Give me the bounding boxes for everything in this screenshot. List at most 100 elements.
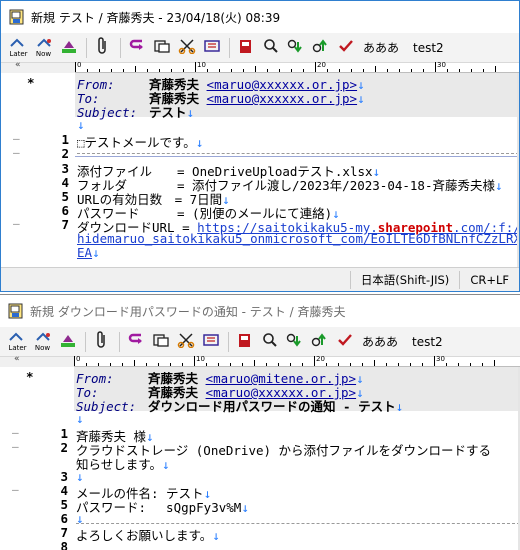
next-icon — [287, 38, 305, 57]
highlighter-icon — [59, 332, 77, 351]
profile-button[interactable]: test2 — [412, 335, 443, 349]
prev-icon — [312, 38, 330, 57]
title-bar[interactable]: 新規 ダウンロード用パスワードの通知 - テスト / 斉藤秀夫 — [0, 295, 520, 327]
separator-line — [76, 523, 520, 524]
template-button[interactable] — [200, 36, 223, 60]
mail-editor-window-2: 新規 ダウンロード用パスワードの通知 - テスト / 斉藤秀夫 Later No… — [0, 294, 520, 550]
prev-icon — [311, 332, 329, 351]
template-button[interactable] — [199, 330, 222, 354]
body-line: 知らせします。↓ — [76, 457, 170, 472]
toolbar-separator — [86, 37, 87, 58]
search-next-button[interactable] — [283, 330, 306, 354]
reply-button[interactable] — [124, 330, 147, 354]
check-button[interactable] — [333, 330, 356, 354]
search-button[interactable] — [258, 330, 281, 354]
header-end: ↓ — [77, 117, 85, 132]
profile-button[interactable]: test2 — [413, 41, 444, 55]
search-next-button[interactable] — [284, 36, 307, 60]
ruler: 0 10 20 30 — [75, 61, 519, 73]
send-later-button[interactable]: Later — [6, 330, 29, 354]
template-icon — [203, 38, 221, 57]
toolbar-separator — [119, 331, 120, 352]
line-number: 8 — [60, 539, 68, 550]
search-icon — [263, 38, 279, 57]
send-now-button[interactable]: Now — [32, 36, 55, 60]
attach-button[interactable] — [91, 36, 114, 60]
send-now-button[interactable]: Now — [31, 330, 54, 354]
highlight-button[interactable] — [57, 36, 80, 60]
check-icon — [338, 38, 354, 57]
forward-button[interactable] — [150, 36, 173, 60]
font-sample-button[interactable]: あああ — [363, 39, 399, 56]
later-icon: Later — [8, 331, 27, 352]
reply-icon — [127, 332, 145, 351]
window-title: 新規 テスト / 斉藤秀夫 - 23/04/18(火) 08:39 — [31, 10, 281, 25]
status-bar: 日本語(Shift-JIS) CR+LF — [1, 267, 519, 291]
editor-area[interactable]: * From: 斉藤秀夫 <maruo@mitene.or.jp>↓ To: 斉藤秀… — [0, 367, 520, 550]
toolbar: Later Now あああ test2 — [1, 33, 519, 63]
separator-line — [77, 153, 519, 154]
download-url-link-end[interactable]: EA — [77, 245, 92, 260]
cut-button[interactable] — [174, 330, 197, 354]
line-number: 4 — [61, 175, 69, 190]
search-prev-button[interactable] — [308, 330, 331, 354]
line-number: 6 — [61, 203, 69, 218]
line-number: 7 — [60, 525, 68, 540]
ruler: 0 10 20 30 — [74, 355, 520, 367]
cut-icon — [178, 38, 196, 57]
line-number: 7 — [61, 217, 69, 232]
download-url-link-cont[interactable]: hidemaruo_saitokikaku5_onmicrosoft_com/E… — [77, 231, 519, 246]
toolbar: Later Now あああ test2 — [0, 327, 520, 357]
cut-button[interactable] — [175, 36, 198, 60]
addressbook-icon — [237, 332, 253, 351]
app-icon — [9, 9, 25, 25]
encoding-status[interactable]: 日本語(Shift-JIS) — [349, 270, 460, 289]
body-line: hidemaruo_saitokikaku5_onmicrosoft_com/E… — [77, 231, 519, 246]
check-button[interactable] — [334, 36, 357, 60]
ruler-collapse-icon[interactable]: « — [15, 60, 21, 70]
subject-line[interactable]: Subject: ダウンロード用パスワードの通知 - テスト↓ — [76, 396, 403, 415]
search-button[interactable] — [259, 36, 282, 60]
toolbar-separator — [229, 37, 230, 58]
line-number: 5 — [60, 497, 68, 512]
scrollbar[interactable] — [517, 73, 519, 268]
line-number: 4 — [60, 483, 68, 498]
body-line: EA↓ — [77, 245, 100, 260]
subject-line[interactable]: Subject: テスト↓ — [77, 102, 194, 121]
highlight-button[interactable] — [56, 330, 79, 354]
check-icon — [337, 332, 353, 351]
font-sample-button[interactable]: あああ — [362, 333, 398, 350]
send-later-button[interactable]: Later — [7, 36, 30, 60]
forward-icon — [152, 332, 170, 351]
mail-editor-window-1: 新規 テスト / 斉藤秀夫 - 23/04/18(火) 08:39 Later … — [0, 0, 520, 292]
reply-icon — [128, 38, 146, 57]
line-number: 2 — [60, 440, 68, 455]
attach-icon — [96, 331, 108, 352]
addressbook-button[interactable] — [233, 330, 256, 354]
line-number: 3 — [60, 469, 68, 484]
reply-button[interactable] — [125, 36, 148, 60]
header-marker: * — [26, 369, 34, 384]
body-line: パスワード: sQgpFy3v%M↓ — [76, 500, 249, 515]
cut-icon — [177, 332, 195, 351]
line-number: 6 — [60, 511, 68, 526]
now-icon: Now — [36, 37, 52, 58]
window-title: 新規 ダウンロード用パスワードの通知 - テスト / 斉藤秀夫 — [30, 304, 346, 319]
header-end: ↓ — [76, 411, 84, 426]
app-icon — [8, 303, 24, 319]
template-icon — [202, 332, 220, 351]
later-icon: Later — [9, 37, 28, 58]
title-bar[interactable]: 新規 テスト / 斉藤秀夫 - 23/04/18(火) 08:39 — [1, 1, 519, 33]
body-line: ↓ — [76, 469, 84, 484]
addressbook-button[interactable] — [234, 36, 257, 60]
ruler-collapse-icon[interactable]: « — [14, 354, 20, 364]
cursor-line — [75, 156, 519, 157]
addressbook-icon — [238, 38, 254, 57]
forward-button[interactable] — [149, 330, 172, 354]
body-line: ⬚テストメールです。↓ — [77, 135, 204, 150]
editor-area[interactable]: * From: 斉藤秀夫 <maruo@xxxxxx.or.jp>↓ To: 斉藤秀… — [1, 73, 519, 268]
search-icon — [262, 332, 278, 351]
search-prev-button[interactable] — [309, 36, 332, 60]
attach-button[interactable] — [90, 330, 113, 354]
newline-status[interactable]: CR+LF — [459, 270, 519, 289]
